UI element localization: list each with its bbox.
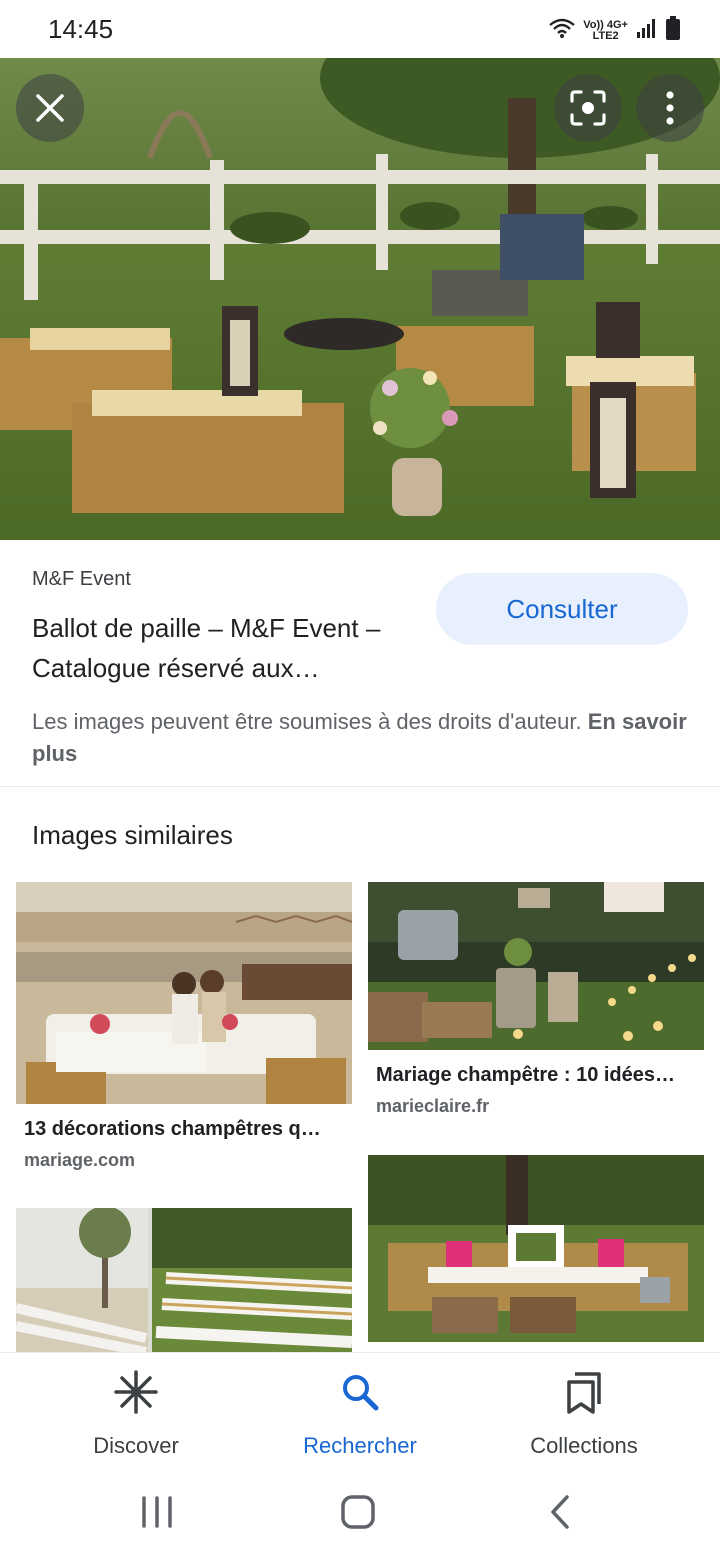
- similar-images-heading: Images similaires: [32, 820, 233, 850]
- status-bar: 14:45 Vo)) 4G+ LTE2: [0, 0, 720, 58]
- back-arrow-icon: [548, 1495, 572, 1534]
- similar-item-1-title[interactable]: 13 décorations champêtres q…: [24, 1118, 321, 1141]
- status-icons: Vo)) 4G+ LTE2: [549, 16, 680, 45]
- nav-discover[interactable]: Discover: [36, 1369, 236, 1459]
- divider: [0, 786, 720, 787]
- wifi-icon: [549, 17, 576, 44]
- nav-collections[interactable]: Collections: [484, 1371, 684, 1459]
- home-button[interactable]: [340, 1494, 376, 1535]
- similar-image-2[interactable]: [368, 882, 704, 1050]
- battery-icon: [666, 16, 680, 45]
- hero-image[interactable]: [0, 58, 720, 540]
- nav-search[interactable]: Rechercher: [260, 1371, 460, 1459]
- system-navigation: [0, 1470, 720, 1560]
- consult-button[interactable]: Consulter: [436, 573, 688, 645]
- copyright-notice: Les images peuvent être soumises à des d…: [32, 706, 692, 770]
- similar-item-2-domain: marieclaire.fr: [376, 1096, 490, 1116]
- nav-search-label: Rechercher: [303, 1433, 417, 1458]
- bottom-navigation: Discover Rechercher Collections: [0, 1352, 720, 1470]
- nav-discover-label: Discover: [93, 1433, 179, 1458]
- similar-image-1[interactable]: [16, 882, 352, 1104]
- status-time: 14:45: [48, 14, 114, 44]
- source-name[interactable]: M&F Event: [32, 568, 131, 591]
- asterisk-icon: [114, 1369, 158, 1419]
- more-vert-icon: [665, 91, 675, 125]
- close-button[interactable]: [16, 74, 84, 142]
- search-icon: [340, 1372, 380, 1417]
- result-title[interactable]: Ballot de paille – M&F Event – Catalogue…: [32, 608, 422, 688]
- similar-image-3[interactable]: [16, 1208, 352, 1352]
- similar-item-1-domain: mariage.com: [24, 1150, 136, 1170]
- nav-collections-label: Collections: [530, 1433, 638, 1458]
- recent-apps-icon: [140, 1496, 174, 1534]
- more-options-button[interactable]: [636, 74, 704, 142]
- home-icon: [340, 1495, 376, 1534]
- similar-item-2-title[interactable]: Mariage champêtre : 10 idées…: [376, 1064, 675, 1087]
- copyright-text: Les images peuvent être soumises à des d…: [32, 709, 588, 734]
- signal-icon: [636, 17, 658, 44]
- network-indicator: Vo)) 4G+ LTE2: [583, 18, 628, 42]
- close-icon: [35, 93, 65, 123]
- back-button[interactable]: [548, 1494, 572, 1535]
- lens-button[interactable]: [554, 74, 622, 142]
- recent-apps-button[interactable]: [140, 1494, 174, 1535]
- similar-image-4[interactable]: [368, 1155, 704, 1342]
- lens-icon: [569, 89, 607, 127]
- bookmarks-icon: [565, 1370, 603, 1419]
